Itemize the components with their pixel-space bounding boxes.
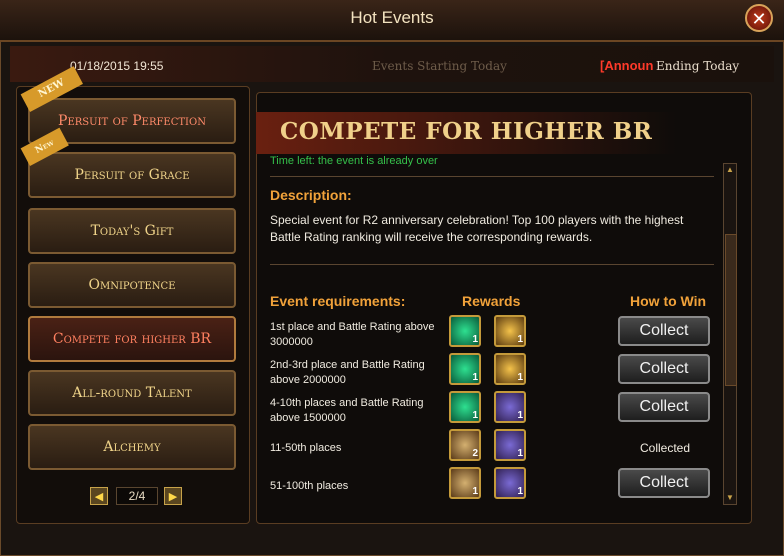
chest-icon[interactable]: 2 bbox=[449, 429, 481, 461]
detail-scrollbar[interactable]: ▲ ▼ bbox=[723, 163, 737, 505]
collect-button[interactable]: Collect bbox=[618, 468, 710, 498]
reward-count: 1 bbox=[517, 334, 523, 345]
event-title: COMPETE FOR HIGHER BR bbox=[280, 118, 653, 145]
reward-count: 1 bbox=[517, 486, 523, 497]
sidebar-item-omnipotence[interactable]: Omnipotence bbox=[28, 262, 236, 308]
how-to-win-header: How to Win bbox=[630, 293, 707, 309]
gem-icon[interactable]: 1 bbox=[449, 315, 481, 347]
requirement-text: 51-100th places bbox=[270, 480, 349, 492]
scroll-thumb[interactable] bbox=[725, 234, 737, 386]
events-starting-today-tab[interactable]: Events Starting Today bbox=[372, 59, 507, 73]
sidebar-item-label: Persuit of Grace bbox=[74, 167, 190, 183]
reward-count: 1 bbox=[517, 372, 523, 383]
chest-icon[interactable]: 1 bbox=[449, 467, 481, 499]
sidebar-item-compete-for-higher-br[interactable]: Compete for higher BR bbox=[28, 316, 236, 362]
time-left: Time left: the event is already over bbox=[270, 155, 438, 167]
window-title: Hot Events bbox=[350, 8, 434, 27]
announcement-tab[interactable]: [Announ bbox=[600, 58, 653, 73]
next-page-icon[interactable]: ▶ bbox=[164, 487, 182, 505]
description-header: Description: bbox=[270, 187, 352, 203]
book-icon[interactable]: 1 bbox=[494, 315, 526, 347]
sidebar-item-persuit-of-grace[interactable]: Persuit of Grace New bbox=[20, 127, 236, 198]
reward-count: 2 bbox=[472, 448, 478, 459]
gem-icon[interactable]: 1 bbox=[449, 353, 481, 385]
horn-icon[interactable]: 1 bbox=[494, 429, 526, 461]
sidebar-item-todays-gift[interactable]: Today's Gift bbox=[28, 208, 236, 254]
requirement-text: 2nd-3rd place and Battle Rating above 20… bbox=[270, 359, 425, 386]
sidebar-item-label: Persuit of Perfection bbox=[58, 113, 206, 129]
sidebar-item-label: Today's Gift bbox=[90, 223, 174, 239]
sidebar-item-label: Alchemy bbox=[103, 439, 161, 455]
collect-button[interactable]: Collect bbox=[618, 354, 710, 384]
page-indicator: 2/4 bbox=[116, 487, 158, 505]
close-icon[interactable]: ✕ bbox=[745, 4, 773, 32]
requirement-text: 1st place and Battle Rating above 300000… bbox=[270, 321, 435, 348]
reward-count: 1 bbox=[472, 486, 478, 497]
sidebar-item-alchemy[interactable]: Alchemy bbox=[28, 424, 236, 470]
sidebar-item-all-round-talent[interactable]: All-round Talent bbox=[28, 370, 236, 416]
reward-count: 1 bbox=[517, 410, 523, 421]
requirements-header: Event requirements: bbox=[270, 293, 406, 309]
horn-icon[interactable]: 1 bbox=[494, 391, 526, 423]
server-datetime: 01/18/2015 19:55 bbox=[70, 59, 164, 73]
sidebar-item-label: Omnipotence bbox=[88, 277, 176, 293]
prev-page-icon[interactable]: ◀ bbox=[90, 487, 108, 505]
horn-icon[interactable]: 1 bbox=[494, 467, 526, 499]
collect-button[interactable]: Collect bbox=[618, 392, 710, 422]
divider bbox=[270, 264, 714, 265]
reward-count: 1 bbox=[517, 448, 523, 459]
rewards-header: Rewards bbox=[462, 293, 521, 309]
pager: ◀ 2/4 ▶ bbox=[90, 487, 186, 507]
sidebar-item-label: All-round Talent bbox=[72, 385, 192, 401]
book-icon[interactable]: 1 bbox=[494, 353, 526, 385]
scroll-up-icon[interactable]: ▲ bbox=[725, 165, 735, 175]
requirement-text: 4-10th places and Battle Rating above 15… bbox=[270, 397, 424, 424]
description-text: Special event for R2 anniversary celebra… bbox=[270, 213, 684, 244]
collect-button[interactable]: Collect bbox=[618, 316, 710, 346]
gem-icon[interactable]: 1 bbox=[449, 391, 481, 423]
collected-status: Collected bbox=[640, 441, 691, 455]
divider bbox=[270, 176, 714, 177]
events-ending-today-tab[interactable]: Ending Today bbox=[656, 59, 739, 73]
scroll-down-icon[interactable]: ▼ bbox=[725, 493, 735, 503]
sidebar-item-label: Compete for higher BR bbox=[52, 331, 212, 347]
reward-count: 1 bbox=[472, 372, 478, 383]
reward-count: 1 bbox=[472, 334, 478, 345]
reward-count: 1 bbox=[472, 410, 478, 421]
requirement-text: 11-50th places bbox=[270, 442, 342, 454]
